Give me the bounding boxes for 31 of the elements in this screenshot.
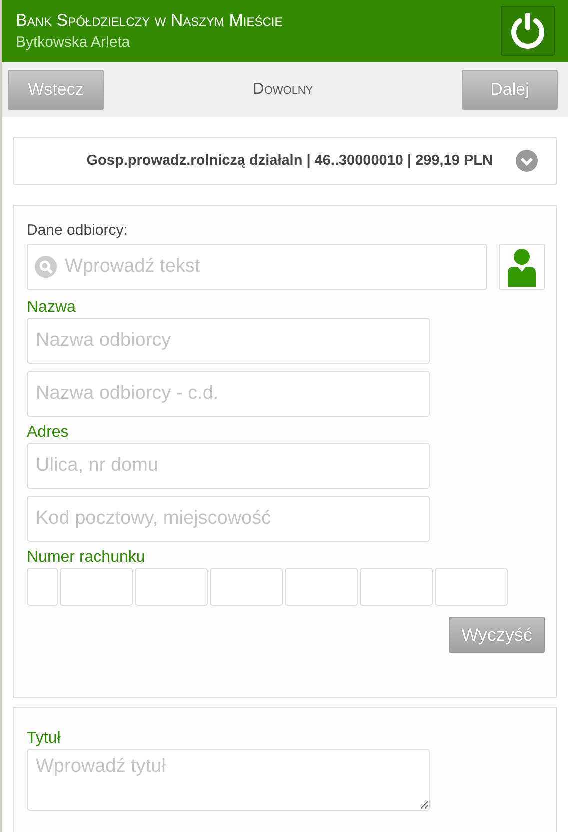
account-number-field[interactable] xyxy=(210,568,283,606)
account-number-field[interactable] xyxy=(285,568,358,606)
account-number-field[interactable] xyxy=(60,568,133,606)
search-icon xyxy=(35,256,57,278)
person-icon xyxy=(508,249,536,287)
power-icon xyxy=(509,11,547,51)
account-dropdown[interactable]: Gosp.prowadz.rolniczą działaln | 46..30000010 | 299,19 PLN xyxy=(13,137,557,185)
account-number-field[interactable] xyxy=(135,568,208,606)
contacts-button[interactable] xyxy=(499,244,545,290)
search-field[interactable]: Wprowadź tekst xyxy=(27,244,487,290)
chevron-down-icon xyxy=(516,150,538,172)
account-number-field[interactable] xyxy=(27,568,58,606)
bank-name: Bank Spółdzielczy w Naszym Mieście xyxy=(16,11,283,31)
account-number-field[interactable] xyxy=(435,568,508,606)
section-heading: Adres xyxy=(27,424,70,442)
page-title: Dowolny xyxy=(252,80,314,98)
section-heading: Tytuł xyxy=(27,730,62,748)
input-field[interactable]: Kod pocztowy, miejscowość xyxy=(27,496,430,542)
section-heading: Nazwa xyxy=(27,299,77,317)
section-heading: Numer rachunku xyxy=(27,549,146,567)
back-button[interactable]: Wstecz xyxy=(8,70,104,110)
input-field[interactable]: Ulica, nr domu xyxy=(27,443,430,489)
logout-button[interactable] xyxy=(501,6,555,56)
account-number-field[interactable] xyxy=(360,568,433,606)
next-button[interactable]: Dalej xyxy=(462,70,558,110)
title-field[interactable]: Wprowadź tytuł xyxy=(27,749,430,811)
recipient-label: Dane odbiorcy: xyxy=(27,222,129,239)
user-name: Bytkowska Arleta xyxy=(16,34,132,51)
input-field[interactable]: Nazwa odbiorcy xyxy=(27,318,430,364)
clear-button[interactable]: Wyczyść xyxy=(449,617,545,653)
input-field[interactable]: Nazwa odbiorcy - c.d. xyxy=(27,371,430,417)
